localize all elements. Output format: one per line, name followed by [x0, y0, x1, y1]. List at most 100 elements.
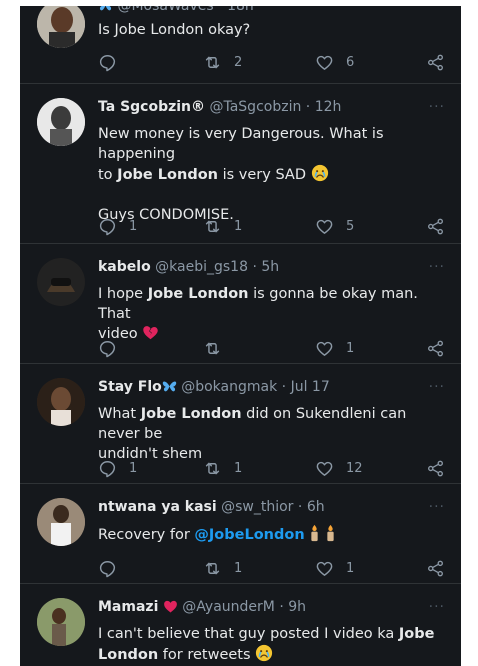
tweet-header: Mamazi @AyaunderM · 9h — [98, 599, 306, 615]
reply-button[interactable] — [98, 338, 117, 358]
user-handle[interactable]: @bokangmak — [181, 379, 277, 395]
reply-icon — [98, 459, 117, 478]
retweet-count: 1 — [234, 218, 243, 234]
user-handle[interactable]: @kaebi_gs18 — [155, 259, 248, 275]
like-button[interactable]: 1 — [315, 558, 354, 578]
tweet-actions: 1 1 5 — [98, 216, 448, 236]
like-icon — [315, 459, 334, 478]
tweet-4[interactable]: Stay Flo @bokangmak · Jul 17 ··· What Jo… — [20, 364, 461, 484]
like-icon — [315, 217, 334, 236]
reply-button[interactable] — [98, 558, 117, 578]
retweet-count: 2 — [234, 54, 243, 70]
tweet-text: Is Jobe London okay? — [98, 22, 251, 38]
timestamp[interactable]: 18h — [227, 6, 254, 14]
candle-icon — [309, 524, 320, 542]
text-line: to Jobe London is very SAD — [98, 164, 448, 185]
text-line: Recovery for @JobeLondon — [98, 524, 448, 545]
reply-button[interactable]: 1 — [98, 216, 137, 236]
timestamp[interactable]: Jul 17 — [291, 379, 330, 395]
reply-icon — [98, 217, 117, 236]
timestamp[interactable]: 5h — [261, 259, 279, 275]
retweet-button[interactable]: 1 — [203, 558, 242, 578]
user-name[interactable]: ntwana ya kasi — [98, 499, 217, 515]
user-name[interactable]: Ta Sgcobzin® — [98, 99, 205, 115]
text-line: I hope Jobe London is gonna be okay man.… — [98, 284, 448, 324]
crying-face-icon — [255, 644, 273, 662]
tweet-2[interactable]: Ta Sgcobzin® @TaSgcobzin · 12h ··· New m… — [20, 84, 461, 244]
like-icon — [315, 559, 334, 578]
retweet-button[interactable]: 2 — [203, 52, 242, 72]
tweet-5[interactable]: ntwana ya kasi @sw_thior · 6h ··· Recove… — [20, 484, 461, 584]
reply-icon — [98, 339, 117, 358]
like-icon — [315, 339, 334, 358]
bold-text: Jobe London — [140, 406, 242, 422]
tweet-feed: @MosaWaves · 18h ··· Is Jobe London okay… — [20, 6, 461, 666]
mention-link[interactable]: @JobeLondon — [194, 527, 304, 543]
retweet-count: 1 — [234, 560, 243, 576]
avatar[interactable] — [37, 498, 85, 546]
timestamp[interactable]: 9h — [288, 599, 306, 615]
text: is very SAD — [217, 167, 306, 183]
like-count: 6 — [346, 54, 355, 70]
avatar[interactable] — [37, 6, 85, 48]
reply-icon — [98, 53, 117, 72]
crying-face-icon — [311, 164, 329, 182]
avatar[interactable] — [37, 98, 85, 146]
tweet-6[interactable]: Mamazi @AyaunderM · 9h ··· I can't belie… — [20, 584, 461, 666]
timestamp[interactable]: 6h — [307, 499, 325, 515]
reply-button[interactable] — [98, 52, 117, 72]
bold-text: Jobe London — [147, 286, 249, 302]
user-name[interactable]: kabelo — [98, 259, 151, 275]
text: What — [98, 406, 141, 422]
reply-button[interactable]: 1 — [98, 458, 137, 478]
tweet-header: Stay Flo @bokangmak · Jul 17 — [98, 379, 330, 395]
like-button[interactable]: 12 — [315, 458, 363, 478]
tweet-text: I hope Jobe London is gonna be okay man.… — [98, 284, 448, 344]
like-button[interactable]: 6 — [315, 52, 354, 72]
reply-icon — [98, 559, 117, 578]
separator: · — [281, 379, 287, 395]
avatar[interactable] — [37, 258, 85, 306]
reply-count: 1 — [129, 218, 138, 234]
retweet-button[interactable] — [203, 338, 222, 358]
more-icon[interactable]: ··· — [429, 599, 445, 615]
share-button[interactable] — [426, 338, 445, 358]
timestamp[interactable]: 12h — [315, 99, 342, 115]
user-handle[interactable]: @AyaunderM — [182, 599, 275, 615]
like-button[interactable]: 1 — [315, 338, 354, 358]
user-handle[interactable]: @TaSgcobzin — [209, 99, 301, 115]
share-button[interactable] — [426, 216, 445, 236]
more-icon[interactable]: ··· — [429, 99, 445, 115]
share-button[interactable] — [426, 458, 445, 478]
like-icon — [315, 53, 334, 72]
red-heart-icon — [163, 599, 178, 614]
more-icon[interactable]: ··· — [429, 499, 445, 515]
like-count: 12 — [346, 460, 363, 476]
tweet-1[interactable]: @MosaWaves · 18h ··· Is Jobe London okay… — [20, 6, 461, 84]
text: to — [98, 167, 118, 183]
tweet-actions: 2 6 — [98, 52, 448, 72]
avatar[interactable] — [37, 598, 85, 646]
user-handle[interactable]: @sw_thior — [221, 499, 293, 515]
more-icon[interactable]: ··· — [429, 259, 445, 275]
more-icon[interactable]: ··· — [429, 379, 445, 395]
tweet-actions: 1 — [98, 338, 448, 358]
tweet-text: What Jobe London did on Sukendleni can n… — [98, 404, 448, 464]
retweet-button[interactable]: 1 — [203, 216, 242, 236]
bold-text: Jobe — [398, 626, 435, 642]
share-icon — [426, 217, 445, 236]
retweet-icon — [203, 459, 222, 478]
share-button[interactable] — [426, 558, 445, 578]
tweet-3[interactable]: kabelo @kaebi_gs18 · 5h ··· I hope Jobe … — [20, 244, 461, 364]
share-icon — [426, 339, 445, 358]
user-name[interactable]: Mamazi — [98, 599, 158, 615]
user-name[interactable]: Stay Flo — [98, 379, 162, 395]
user-handle[interactable]: @MosaWaves — [117, 6, 213, 14]
bold-text: Jobe London — [117, 167, 218, 183]
like-button[interactable]: 5 — [315, 216, 354, 236]
avatar[interactable] — [37, 378, 85, 426]
tweet-header: Ta Sgcobzin® @TaSgcobzin · 12h — [98, 99, 341, 115]
more-icon[interactable]: ··· — [429, 6, 445, 14]
retweet-button[interactable]: 1 — [203, 458, 242, 478]
share-button[interactable] — [426, 52, 445, 72]
